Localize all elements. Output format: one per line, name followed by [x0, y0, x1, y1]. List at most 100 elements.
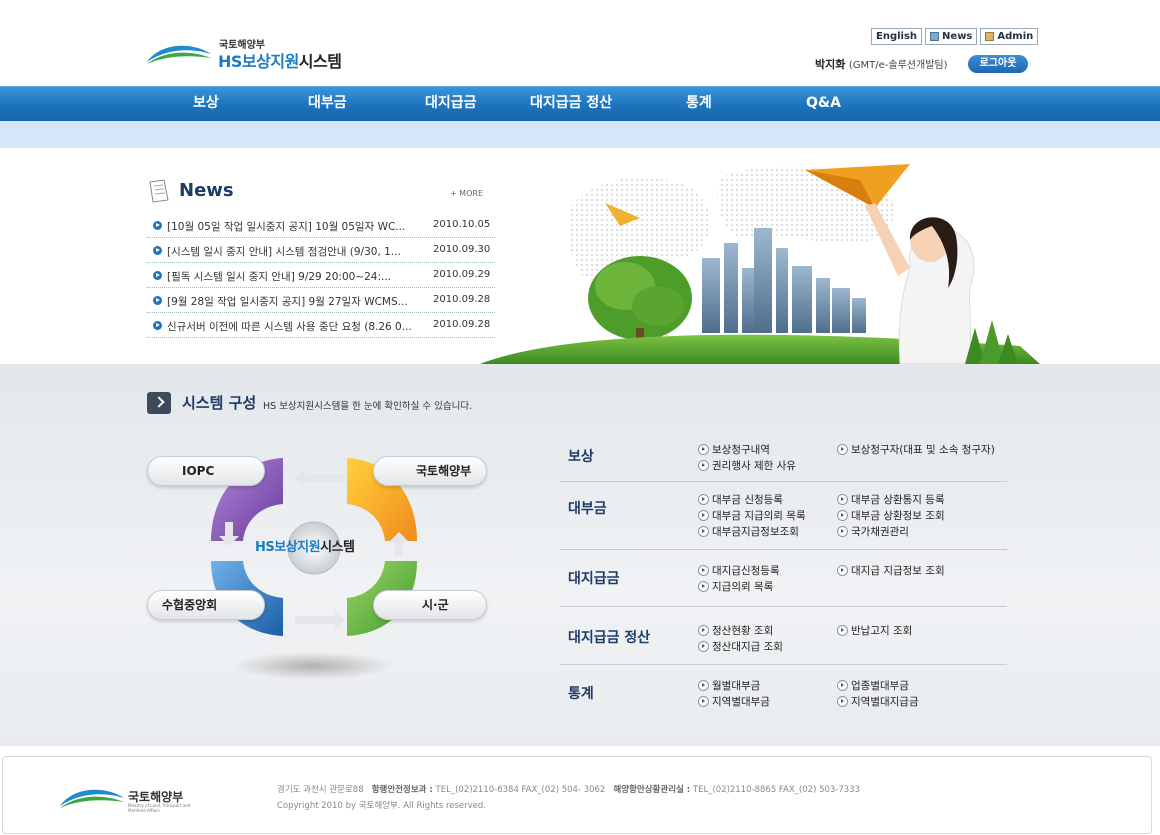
nav-item-advance-payment[interactable]: 대지급금: [425, 87, 477, 121]
menu-link[interactable]: 보상청구내역: [698, 442, 770, 457]
news-link[interactable]: News: [925, 28, 978, 45]
menu-row-advance-payment: 대지급금 대지급신청등록 대지급 지급정보 조회 지급의뢰 목록: [560, 550, 1007, 607]
footer-address-text: 경기도 과천시 관문로88: [277, 785, 364, 795]
sub-nav-bar: [0, 121, 1160, 148]
footer-dept1-contact: TEL_(02)2110-6384 FAX_(02) 504- 3062: [435, 785, 606, 795]
news-icon: [930, 32, 940, 41]
app-title-brand: HS보상지원: [218, 52, 299, 71]
system-diagram: IOPC 국토해양부 수협중앙회 시·군 HS보상지원시스템: [145, 446, 495, 686]
footer-dept2-contact: TEL_(02)2110-8865 FAX_(02) 503-7333: [692, 785, 861, 795]
menu-category[interactable]: 대지급금 정산: [568, 627, 650, 647]
news-panel: News + MORE [10월 05일 작업 일시중지 공지] 10월 05일…: [147, 178, 495, 338]
app-title-suffix: 시스템: [298, 52, 342, 71]
node-iopc: IOPC: [147, 456, 265, 486]
user-info: 박지화 (GMT/e-솔루션개발팀): [815, 56, 948, 72]
menu-link[interactable]: 지급의뢰 목록: [698, 579, 773, 594]
english-link-label: English: [876, 31, 918, 42]
footer: 국토해양부 Ministry of Land, Transport and Ma…: [0, 746, 1160, 835]
node-fisheries-federation: 수협중앙회: [147, 590, 265, 620]
menu-row-loan: 대부금 대부금 신청등록 대부금 상환통지 등록 대부금 지급의뢰 목록 대부금…: [560, 482, 1007, 550]
logo[interactable]: 국토해양부 HS보상지원시스템: [145, 36, 375, 76]
news-item[interactable]: [9월 28일 작업 일시중지 공지] 9월 27일자 WCMS... 2010.…: [147, 288, 495, 313]
news-item-title: [10월 05일 작업 일시중지 공지] 10월 05일자 WC...: [167, 221, 406, 233]
section-title: 시스템 구성: [182, 394, 257, 412]
menu-link[interactable]: 반납고지 조회: [837, 623, 912, 638]
nav-item-compensation[interactable]: 보상: [193, 87, 219, 121]
user-name: 박지화: [815, 58, 846, 71]
menu-link[interactable]: 대지급신청등록: [698, 563, 780, 578]
news-item-title: [시스템 일시 중지 안내] 시스템 점검안내 (9/30, 1...: [167, 246, 401, 258]
menu-link[interactable]: 업종별대부금: [837, 678, 909, 693]
menu-row-compensation: 보상 보상청구내역 보상청구자(대표 및 소속 청구자) 권리행사 제한 사유: [560, 434, 1007, 482]
node-city-county: 시·군: [373, 590, 487, 620]
logout-button[interactable]: 로그아웃: [968, 55, 1028, 73]
arrow-right-icon: [147, 392, 171, 414]
main-nav: 보상 대부금 대지급금 대지급금 정산 통계 Q&A: [0, 86, 1160, 121]
ministry-logo-icon: [147, 45, 211, 64]
menu-link[interactable]: 보상청구자(대표 및 소속 청구자): [837, 442, 995, 457]
news-list: [10월 05일 작업 일시중지 공지] 10월 05일자 WC... 2010.…: [147, 213, 495, 338]
news-title: News: [179, 180, 234, 201]
footer-address: 경기도 과천시 관문로88 항행안전정보과 : TEL_(02)2110-638…: [277, 783, 860, 795]
bullet-arrow-icon: [153, 246, 162, 255]
menu-link[interactable]: 월별대부금: [698, 678, 760, 693]
center-suffix: 시스템: [320, 540, 355, 555]
menu-link[interactable]: 지역별대지급금: [837, 694, 919, 709]
news-header: News + MORE: [147, 178, 495, 208]
section-description: HS 보상지원시스템을 한 눈에 확인하실 수 있습니다.: [263, 401, 473, 412]
header: 국토해양부 HS보상지원시스템 English News Admin 박지화 (…: [0, 0, 1160, 86]
paper-icon: [149, 179, 169, 203]
diagram-center-label: HS보상지원시스템: [255, 536, 355, 555]
ministry-logo-icon: [60, 789, 124, 808]
menu-link[interactable]: 대부금 상환정보 조회: [837, 508, 945, 523]
menu-category[interactable]: 통계: [568, 683, 594, 703]
news-item[interactable]: [시스템 일시 중지 안내] 시스템 점검안내 (9/30, 1... 2010.…: [147, 238, 495, 263]
menu-category[interactable]: 대지급금: [568, 568, 620, 588]
news-item[interactable]: 신규서버 이전에 따른 시스템 사용 중단 요청 (8.26 0... 2010.…: [147, 313, 495, 338]
english-link[interactable]: English: [871, 28, 923, 45]
nav-item-qna[interactable]: Q&A: [806, 87, 841, 121]
menu-link[interactable]: 지역별대부금: [698, 694, 770, 709]
nav-item-statistics[interactable]: 통계: [686, 87, 712, 121]
news-item-title: 신규서버 이전에 따른 시스템 사용 중단 요청 (8.26 0...: [167, 321, 412, 333]
menu-link[interactable]: 대부금 지급의뢰 목록: [698, 508, 806, 523]
footer-dept1-label: 항행안전정보과 :: [371, 785, 433, 795]
menu-link[interactable]: 대부금지급정보조회: [698, 524, 799, 539]
top-links: English News Admin: [871, 28, 1039, 45]
footer-copyright: Copyright 2010 by 국토해양부. All Rights rese…: [277, 801, 487, 811]
news-item-title: [9월 28일 작업 일시중지 공지] 9월 27일자 WCMS...: [167, 296, 408, 308]
nav-item-loan[interactable]: 대부금: [308, 87, 347, 121]
hero-section: News + MORE [10월 05일 작업 일시중지 공지] 10월 05일…: [0, 148, 1160, 364]
menu-link[interactable]: 대지급 지급정보 조회: [837, 563, 945, 578]
news-link-label: News: [942, 31, 973, 42]
system-menu: 보상 보상청구내역 보상청구자(대표 및 소속 청구자) 권리행사 제한 사유 …: [560, 434, 1007, 721]
nav-item-advance-settlement[interactable]: 대지급금 정산: [530, 87, 612, 121]
menu-row-statistics: 통계 월별대부금 업종별대부금 지역별대부금 지역별대지급금: [560, 665, 1007, 721]
menu-link[interactable]: 국가채권관리: [837, 524, 909, 539]
admin-link-label: Admin: [997, 31, 1034, 42]
center-brand: HS보상지원: [255, 540, 321, 555]
news-item[interactable]: [10월 05일 작업 일시중지 공지] 10월 05일자 WC... 2010.…: [147, 213, 495, 238]
news-item[interactable]: [필독 시스템 일시 중지 안내] 9/29 20:00~24:... 2010.…: [147, 263, 495, 288]
bullet-arrow-icon: [153, 221, 162, 230]
menu-link[interactable]: 대부금 상환통지 등록: [837, 492, 945, 507]
news-more-link[interactable]: + MORE: [450, 189, 483, 198]
menu-row-settlement: 대지급금 정산 정산현황 조회 반납고지 조회 정산대지급 조회: [560, 607, 1007, 665]
admin-link[interactable]: Admin: [980, 28, 1039, 45]
admin-icon: [985, 32, 995, 41]
menu-link[interactable]: 정산현황 조회: [698, 623, 773, 638]
user-affiliation: (GMT/e-솔루션개발팀): [848, 60, 948, 71]
node-ministry: 국토해양부: [373, 456, 487, 486]
bullet-arrow-icon: [153, 296, 162, 305]
menu-category[interactable]: 대부금: [568, 498, 607, 518]
footer-ministry-en: Ministry of Land, Transport and Maritime…: [128, 803, 191, 813]
menu-link[interactable]: 정산대지급 조회: [698, 639, 783, 654]
menu-category[interactable]: 보상: [568, 446, 594, 466]
system-section: 시스템 구성 HS 보상지원시스템을 한 눈에 확인하실 수 있습니다. IOP…: [0, 364, 1160, 746]
bullet-arrow-icon: [153, 321, 162, 330]
app-title: HS보상지원시스템: [218, 48, 342, 72]
bullet-arrow-icon: [153, 271, 162, 280]
footer-dept2-label: 해양항만상황관리실 :: [613, 785, 691, 795]
menu-link[interactable]: 대부금 신청등록: [698, 492, 783, 507]
menu-link[interactable]: 권리행사 제한 사유: [698, 458, 796, 473]
